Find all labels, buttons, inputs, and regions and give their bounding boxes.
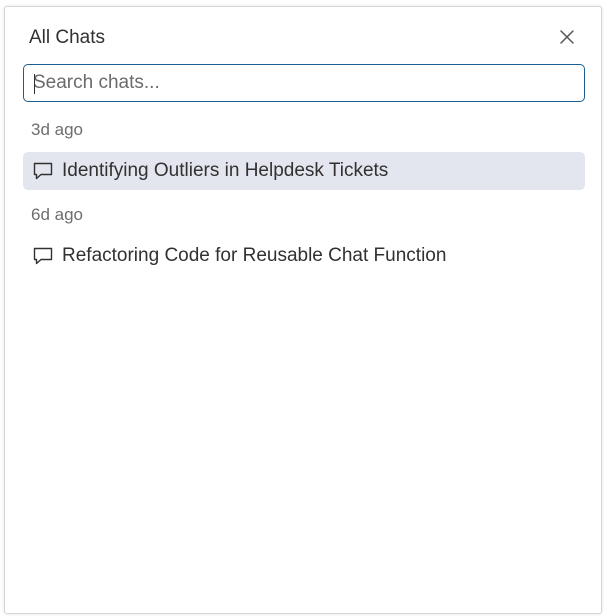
chat-bubble-icon	[32, 160, 54, 182]
close-button[interactable]	[555, 25, 579, 49]
chat-item-identifying-outliers[interactable]: Identifying Outliers in Helpdesk Tickets	[23, 152, 585, 190]
text-caret	[34, 74, 35, 94]
search-box	[23, 64, 585, 102]
close-icon	[560, 30, 574, 44]
group-label-3d-ago: 3d ago	[31, 120, 83, 139]
search-input[interactable]	[24, 65, 584, 101]
group-label-6d-ago: 6d ago	[31, 205, 83, 224]
panel-title: All Chats	[29, 27, 106, 48]
panel-header: All Chats	[5, 7, 601, 63]
all-chats-panel: All Chats 3d ago Identifying Outliers in…	[4, 6, 602, 614]
chat-item-refactoring-code[interactable]: Refactoring Code for Reusable Chat Funct…	[23, 237, 585, 275]
chat-item-label: Refactoring Code for Reusable Chat Funct…	[62, 245, 447, 266]
chat-item-label: Identifying Outliers in Helpdesk Tickets	[62, 160, 389, 181]
chat-bubble-icon	[32, 245, 54, 267]
